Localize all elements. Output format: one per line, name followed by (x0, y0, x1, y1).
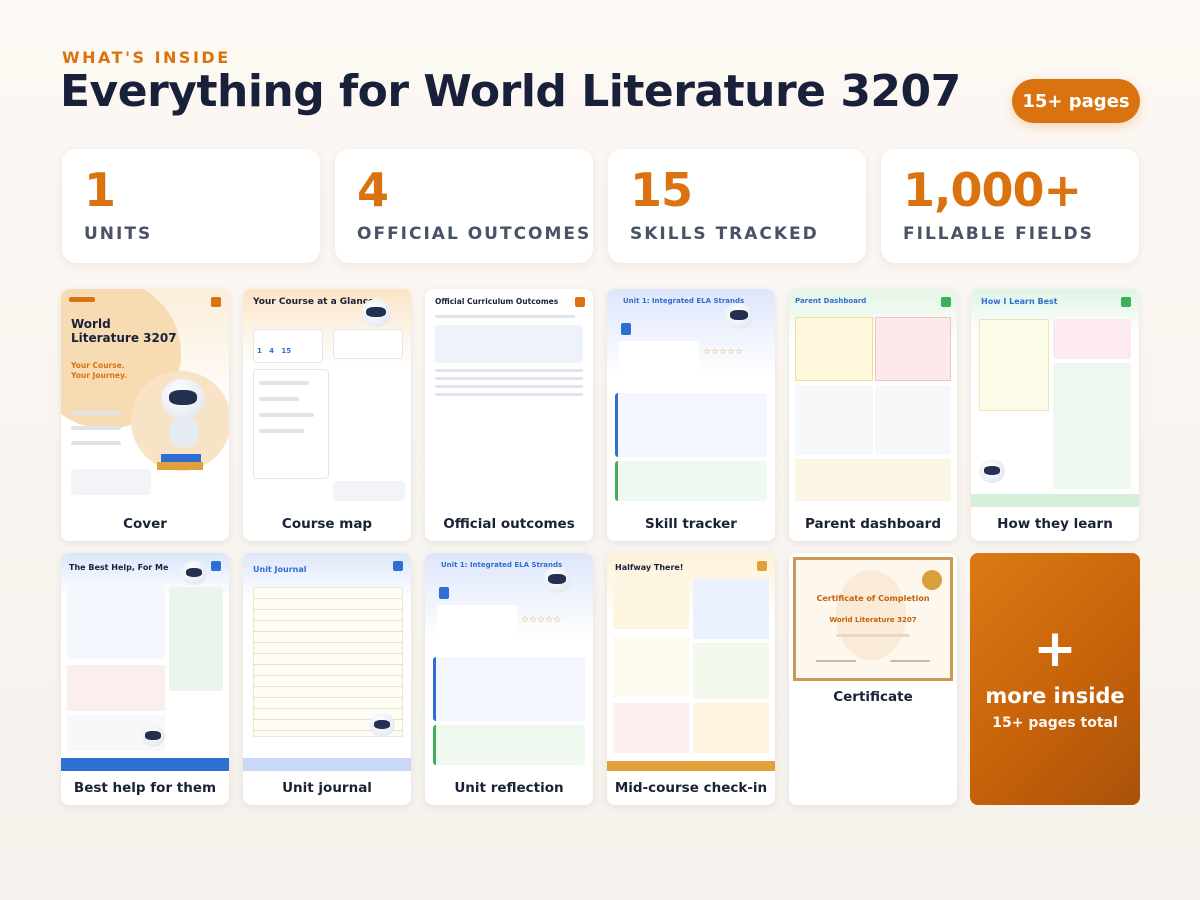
stat-card-outcomes: 4 OFFICIAL OUTCOMES (335, 149, 593, 263)
certificate-heading: Certificate of Completion (816, 594, 930, 603)
preview-card-official-outcomes[interactable]: Official Curriculum Outcomes Official ou… (425, 289, 593, 541)
preview-card-unit-journal[interactable]: Unit Journal Unit journal (243, 553, 411, 805)
cover-thumbnail: World Literature 3207 Your Course. Your … (61, 289, 229, 507)
stat-value: 1,000+ (903, 163, 1082, 217)
how-they-learn-thumbnail: How I Learn Best (971, 289, 1139, 507)
preview-card-how-they-learn[interactable]: How I Learn Best How they learn (971, 289, 1139, 541)
official-outcomes-thumbnail: Official Curriculum Outcomes (425, 289, 593, 507)
card-caption: Cover (123, 516, 167, 532)
mid-course-thumbnail: Halfway There! (607, 553, 775, 771)
pages-count-badge: 15+ pages (1012, 79, 1140, 123)
preview-card-course-map[interactable]: Your Course at a Glance 1 4 15 Course ma… (243, 289, 411, 541)
eyebrow-label: WHAT'S INSIDE (62, 48, 231, 67)
skill-tracker-thumbnail: Unit 1: Integrated ELA Strands ☆☆☆☆☆ (607, 289, 775, 507)
certificate-course: World Literature 3207 (829, 616, 917, 624)
stat-card-skills: 15 SKILLS TRACKED (608, 149, 866, 263)
stat-label: OFFICIAL OUTCOMES (357, 224, 592, 244)
stat-label: FILLABLE FIELDS (903, 224, 1094, 244)
stat-value: 4 (357, 163, 389, 217)
best-help-thumbnail: The Best Help, For Me (61, 553, 229, 771)
plus-icon: + (1033, 619, 1077, 679)
preview-card-cover[interactable]: World Literature 3207 Your Course. Your … (61, 289, 229, 541)
stat-card-fields: 1,000+ FILLABLE FIELDS (881, 149, 1139, 263)
how-learn-title: How I Learn Best (981, 297, 1058, 306)
preview-card-skill-tracker[interactable]: Unit 1: Integrated ELA Strands ☆☆☆☆☆ Ski… (607, 289, 775, 541)
card-caption: Mid-course check-in (614, 780, 768, 796)
outcomes-title: Official Curriculum Outcomes (435, 297, 559, 306)
preview-card-certificate[interactable]: Certificate of Completion World Literatu… (789, 553, 957, 805)
skill-tracker-title: Unit 1: Integrated ELA Strands (623, 297, 745, 305)
cover-subtitle: Your Course. Your Journey. (71, 361, 128, 380)
unit-reflection-title: Unit 1: Integrated ELA Strands (441, 561, 563, 569)
course-map-title: Your Course at a Glance (253, 297, 375, 307)
unit-journal-thumbnail: Unit Journal (243, 553, 411, 771)
card-caption: How they learn (997, 516, 1113, 532)
parent-dashboard-thumbnail: Parent Dashboard (789, 289, 957, 507)
preview-card-mid-course[interactable]: Halfway There! Mid-course check-in (607, 553, 775, 805)
certificate-thumbnail: Certificate of Completion World Literatu… (789, 553, 957, 687)
preview-card-best-help[interactable]: The Best Help, For Me Best help for them (61, 553, 229, 805)
more-inside-card[interactable]: + more inside 15+ pages total (970, 553, 1140, 805)
card-caption: Unit reflection (454, 780, 564, 796)
page-title: Everything for World Literature 3207 (60, 66, 961, 117)
cover-title: World Literature 3207 (71, 317, 177, 345)
card-caption: Skill tracker (645, 516, 737, 532)
card-caption: Parent dashboard (804, 516, 941, 532)
stat-label: SKILLS TRACKED (630, 224, 819, 244)
card-caption: Best help for them (73, 780, 217, 796)
card-caption: Unit journal (282, 780, 372, 796)
card-caption: Course map (281, 516, 373, 532)
more-inside-label: more inside (985, 684, 1125, 708)
preview-card-parent-dashboard[interactable]: Parent Dashboard Parent dashboard (789, 289, 957, 541)
stat-label: UNITS (84, 224, 153, 244)
card-caption: Official outcomes (443, 516, 575, 532)
unit-journal-title: Unit Journal (253, 565, 307, 574)
mid-course-title: Halfway There! (615, 563, 684, 572)
best-help-title: The Best Help, For Me (69, 563, 169, 572)
pages-total-label: 15+ pages total (992, 715, 1118, 731)
unit-reflection-thumbnail: Unit 1: Integrated ELA Strands ☆☆☆☆☆ (425, 553, 593, 771)
course-map-thumbnail: Your Course at a Glance 1 4 15 (243, 289, 411, 507)
stat-card-units: 1 UNITS (62, 149, 320, 263)
card-caption: Certificate (833, 689, 913, 705)
preview-card-unit-reflection[interactable]: Unit 1: Integrated ELA Strands ☆☆☆☆☆ Uni… (425, 553, 593, 805)
stat-value: 15 (630, 163, 693, 217)
parent-dashboard-title: Parent Dashboard (795, 297, 867, 305)
stat-value: 1 (84, 163, 116, 217)
